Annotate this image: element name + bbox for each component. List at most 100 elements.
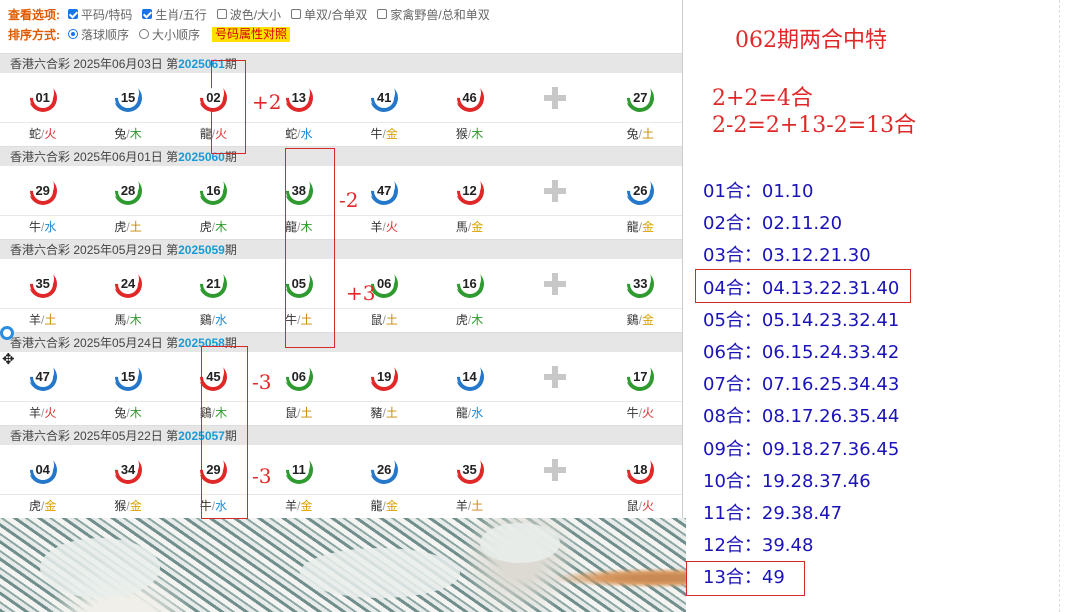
zodiac: 牛 bbox=[370, 127, 383, 141]
lottery-ball[interactable]: 04 bbox=[29, 456, 56, 483]
option-color-size[interactable]: 波色/大小 bbox=[216, 6, 281, 23]
lottery-ball[interactable]: 35 bbox=[456, 456, 483, 483]
special-ball-cell: 26 bbox=[598, 166, 682, 215]
ball-number: 45 bbox=[203, 366, 224, 387]
highlight-box-13he bbox=[686, 561, 805, 596]
ball-cell: 35 bbox=[427, 445, 512, 494]
option-zodiac-element[interactable]: 生肖/五行 bbox=[142, 6, 207, 23]
option-regular-special[interactable]: 平码/特码 bbox=[68, 6, 132, 23]
element: 水 bbox=[300, 127, 313, 141]
lottery-ball[interactable]: 17 bbox=[627, 363, 654, 390]
special-ball-cell: 33 bbox=[598, 259, 682, 308]
lottery-ball[interactable]: 13 bbox=[285, 84, 312, 111]
ball-number: 35 bbox=[32, 273, 53, 294]
zodiac-element-cell: 虎/木 bbox=[427, 309, 512, 332]
lottery-ball[interactable]: 47 bbox=[371, 177, 398, 204]
zodiac-row: 牛/水 虎/土 虎/木 龍/木 羊/火 馬/金 龍/金 bbox=[0, 216, 682, 239]
lottery-ball[interactable]: 26 bbox=[371, 456, 398, 483]
lottery-ball[interactable]: 18 bbox=[627, 456, 654, 483]
number-attribute-button[interactable]: 号码属性对照 bbox=[212, 26, 291, 42]
checkbox-icon[interactable] bbox=[291, 9, 302, 19]
empty-cell bbox=[512, 309, 597, 332]
ball-number: 17 bbox=[630, 366, 651, 387]
lottery-ball[interactable]: 26 bbox=[627, 177, 654, 204]
ball-number: 27 bbox=[630, 87, 651, 108]
zodiac-element-cell: 牛/火 bbox=[598, 402, 682, 425]
plus-cell bbox=[512, 73, 597, 122]
zodiac: 虎 bbox=[114, 220, 127, 234]
zodiac-element-cell: 馬/木 bbox=[85, 309, 170, 332]
lottery-ball[interactable]: 27 bbox=[627, 84, 654, 111]
lottery-ball[interactable]: 14 bbox=[456, 363, 483, 390]
draw-block: 香港六合彩 2025年05月22日 第2025057期 04 34 29 11 26 35 1… bbox=[0, 425, 682, 518]
ball-number: 33 bbox=[630, 273, 651, 294]
draw-header: 香港六合彩 2025年05月24日 第2025058期 bbox=[0, 332, 682, 352]
plus-icon bbox=[543, 272, 566, 295]
zodiac: 蛇 bbox=[285, 127, 298, 141]
element: 土 bbox=[641, 127, 654, 141]
lottery-ball[interactable]: 28 bbox=[115, 177, 142, 204]
lottery-ball[interactable]: 34 bbox=[115, 456, 142, 483]
ball-number: 12 bbox=[459, 180, 480, 201]
lottery-ball[interactable]: 06 bbox=[285, 363, 312, 390]
lottery-ball[interactable]: 46 bbox=[456, 84, 483, 111]
lottery-name: 香港六合彩 bbox=[10, 336, 71, 350]
element: 水 bbox=[44, 220, 57, 234]
radio-icon[interactable] bbox=[68, 29, 78, 39]
special-ball-cell: 17 bbox=[598, 352, 682, 401]
lottery-ball[interactable]: 11 bbox=[285, 456, 312, 483]
ball-number: 14 bbox=[459, 366, 480, 387]
element: 火 bbox=[641, 499, 654, 513]
lottery-ball[interactable]: 19 bbox=[371, 363, 398, 390]
ball-number: 47 bbox=[374, 180, 395, 201]
ball-number: 02 bbox=[203, 87, 224, 108]
lottery-ball[interactable]: 47 bbox=[29, 363, 56, 390]
element: 木 bbox=[215, 220, 228, 234]
ball-number: 11 bbox=[288, 459, 309, 480]
lottery-ball[interactable]: 15 bbox=[115, 363, 142, 390]
highlight-box-38-05 bbox=[285, 148, 335, 348]
checkbox-icon[interactable] bbox=[216, 9, 227, 19]
lottery-ball[interactable]: 29 bbox=[29, 177, 56, 204]
ball-cell: 14 bbox=[427, 352, 512, 401]
lottery-ball[interactable]: 33 bbox=[627, 270, 654, 297]
zodiac: 龍 bbox=[455, 406, 468, 420]
zodiac-element-cell: 鼠/土 bbox=[256, 402, 341, 425]
option-poultry-beast[interactable]: 家禽野兽/总和单双 bbox=[377, 6, 490, 23]
checkbox-icon[interactable] bbox=[142, 9, 153, 19]
ball-number: 29 bbox=[203, 459, 224, 480]
lottery-ball[interactable]: 35 bbox=[29, 270, 56, 297]
element: 金 bbox=[385, 127, 398, 141]
lottery-ball[interactable]: 41 bbox=[371, 84, 398, 111]
ball-cell: 16 bbox=[171, 166, 256, 215]
ball-number: 24 bbox=[118, 273, 139, 294]
radio-icon[interactable] bbox=[139, 29, 150, 39]
zodiac-element-cell: 兔/木 bbox=[85, 402, 170, 425]
element: 土 bbox=[385, 406, 398, 420]
option-odd-even[interactable]: 单双/合单双 bbox=[291, 6, 367, 23]
annotation-plus3: +3 bbox=[346, 281, 376, 305]
scrollbar[interactable] bbox=[1059, 0, 1067, 612]
sort-draw-order[interactable]: 落球顺序 bbox=[68, 26, 129, 43]
zodiac: 鷄 bbox=[626, 313, 639, 327]
zodiac: 牛 bbox=[29, 220, 42, 234]
lottery-ball[interactable]: 16 bbox=[200, 177, 227, 204]
ball-number: 41 bbox=[374, 87, 395, 108]
lottery-ball[interactable]: 15 bbox=[115, 84, 142, 111]
checkbox-icon[interactable] bbox=[377, 9, 388, 19]
lottery-ball[interactable]: 12 bbox=[456, 177, 483, 204]
element: 木 bbox=[471, 127, 484, 141]
sort-size-order[interactable]: 大小顺序 bbox=[139, 26, 200, 43]
ball-cell: 46 bbox=[427, 73, 512, 122]
zodiac-element-cell: 牛/金 bbox=[342, 123, 427, 146]
lottery-ball[interactable]: 24 bbox=[115, 270, 142, 297]
checkbox-icon[interactable] bbox=[68, 9, 78, 19]
ball-cell: 41 bbox=[342, 73, 427, 122]
lottery-ball[interactable]: 01 bbox=[29, 84, 56, 111]
lottery-ball[interactable]: 16 bbox=[456, 270, 483, 297]
zodiac: 虎 bbox=[199, 220, 212, 234]
he-list-item: 02合：02.11.20 bbox=[703, 213, 843, 235]
lottery-ball[interactable]: 21 bbox=[200, 270, 227, 297]
element: 火 bbox=[385, 220, 398, 234]
ball-number: 13 bbox=[288, 87, 309, 108]
